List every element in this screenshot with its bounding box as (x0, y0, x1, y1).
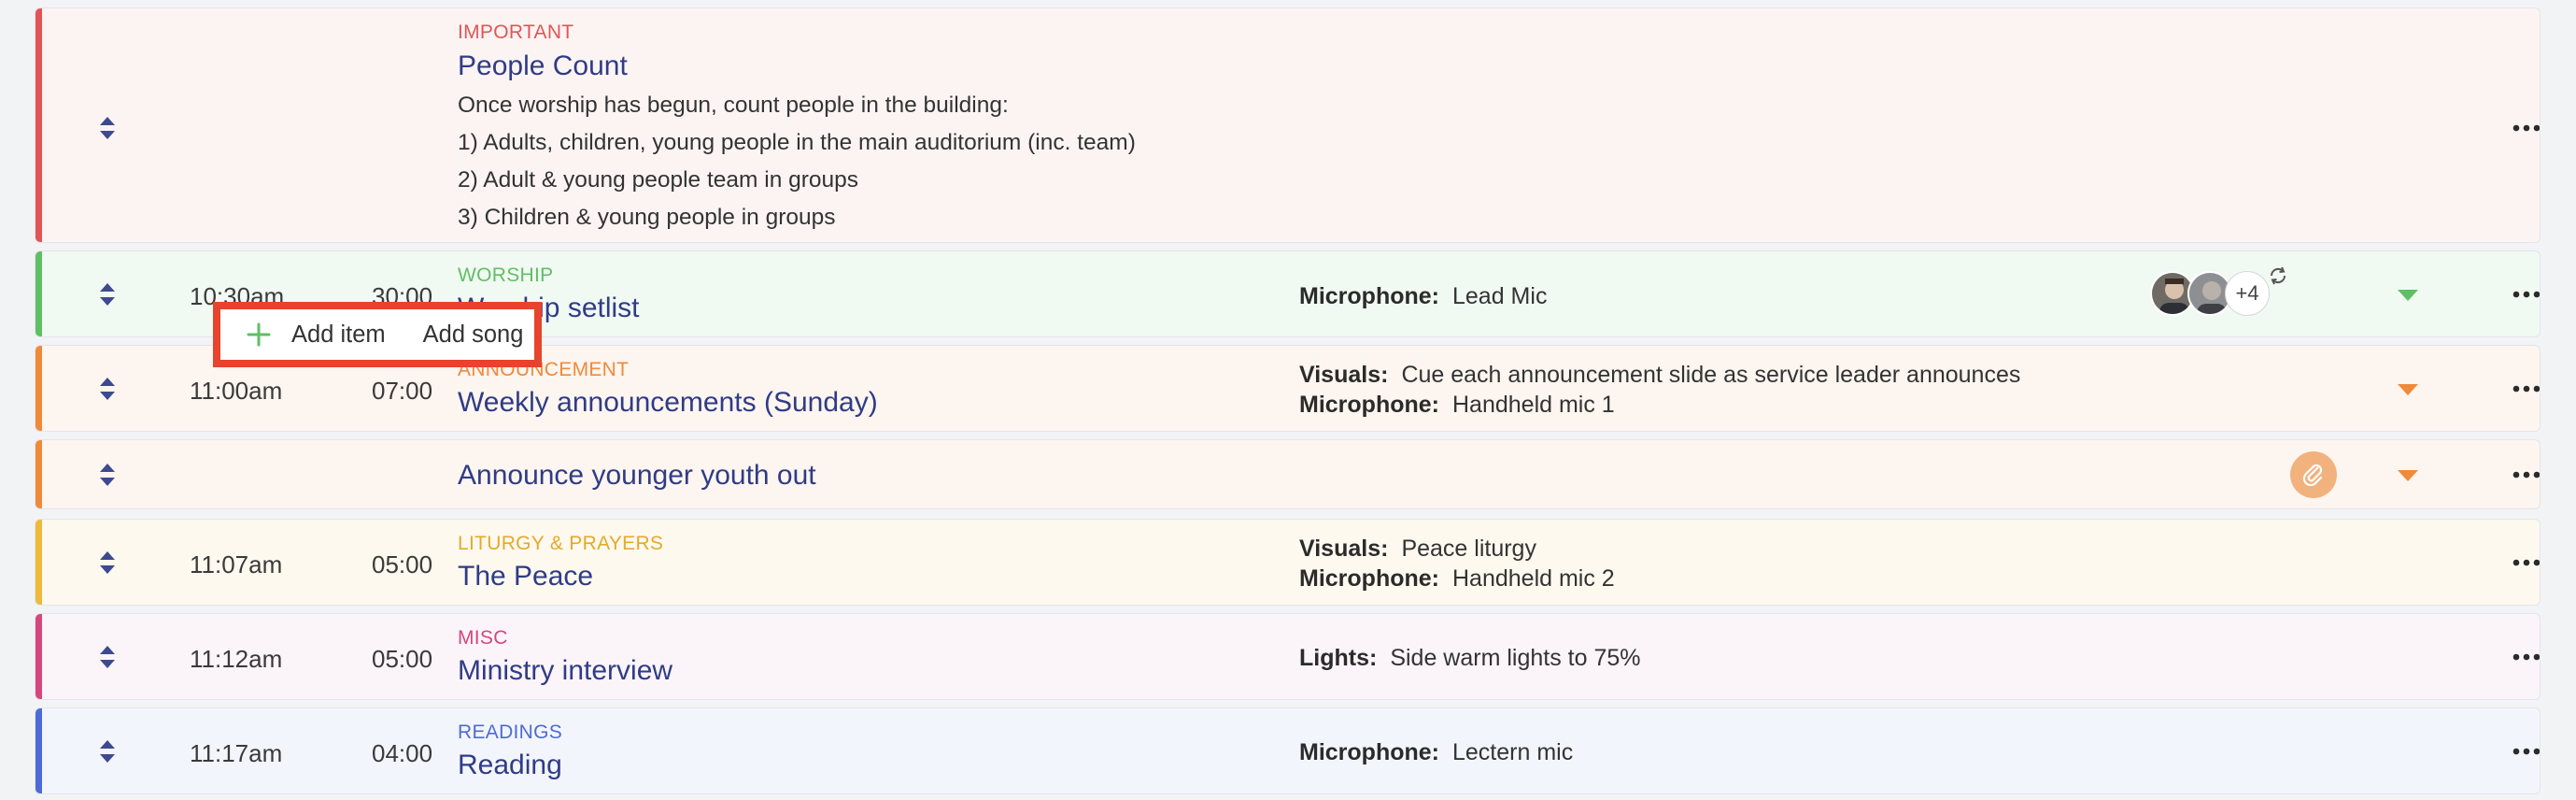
item-start-time: 11:00am (190, 377, 283, 405)
drag-handle-icon[interactable] (99, 377, 116, 401)
note-line: Visuals: Cue each announcement slide as s… (1299, 360, 2020, 390)
description-line: Once worship has begun, count people in … (458, 93, 1009, 118)
note-key: Microphone: (1299, 565, 1439, 592)
note-line: Lights: Side warm lights to 75% (1299, 643, 1641, 673)
more-people-count[interactable]: +4 (2225, 271, 2270, 316)
description-line: 1) Adults, children, young people in the… (458, 130, 1136, 155)
note-value: Lectern mic (1452, 739, 1574, 765)
item-category: IMPORTANT (458, 21, 574, 43)
chevron-down-icon[interactable] (2397, 469, 2419, 482)
item-title[interactable]: Weekly announcements (Sunday) (458, 387, 878, 419)
more-options-icon[interactable] (2512, 385, 2540, 393)
note-key: Visuals: (1299, 362, 1389, 388)
drag-handle-icon[interactable] (99, 116, 116, 140)
category-color-bar (35, 440, 42, 508)
note-value: Handheld mic 2 (1452, 565, 1615, 592)
note-key: Microphone: (1299, 283, 1439, 309)
service-plan-list: IMPORTANT People Count Once worship has … (0, 0, 2576, 800)
note-value: Side warm lights to 75% (1390, 645, 1641, 671)
note-value: Lead Mic (1452, 283, 1548, 309)
item-notes: Visuals: Peace liturgy Microphone: Handhel… (1299, 534, 1615, 593)
plan-item-row[interactable]: IMPORTANT People Count Once worship has … (35, 7, 2541, 243)
item-duration: 04:00 (372, 739, 433, 767)
add-item-button[interactable]: Add item (291, 321, 386, 349)
note-key: Microphone: (1299, 739, 1439, 765)
item-title[interactable]: Announce younger youth out (458, 460, 816, 492)
plan-item-row[interactable]: 11:07am 05:00 LITURGY & PRAYERS The Peac… (35, 519, 2541, 606)
item-title[interactable]: Ministry interview (458, 655, 672, 687)
item-category: LITURGY & PRAYERS (458, 533, 664, 554)
more-options-icon[interactable] (2512, 291, 2540, 298)
category-color-bar (35, 251, 42, 336)
more-options-icon[interactable] (2512, 124, 2540, 132)
drag-handle-icon[interactable] (99, 739, 116, 764)
item-notes: Visuals: Cue each announcement slide as s… (1299, 360, 2020, 420)
more-options-icon[interactable] (2512, 559, 2540, 566)
item-category: READINGS (458, 721, 563, 743)
item-description: Once worship has begun, count people in … (458, 87, 1136, 236)
item-title[interactable]: Reading (458, 750, 562, 781)
add-song-button[interactable]: Add song (423, 321, 524, 349)
item-duration: 05:00 (372, 550, 433, 579)
category-color-bar (35, 8, 42, 242)
item-notes: Microphone: Lectern mic (1299, 737, 1573, 767)
drag-handle-icon[interactable] (99, 282, 116, 307)
item-start-time: 11:07am (190, 550, 283, 579)
note-line: Visuals: Peace liturgy (1299, 534, 1615, 564)
add-item-popover: Add item Add song (213, 302, 542, 367)
plan-item-row[interactable]: 11:12am 05:00 MISC Ministry interview Li… (35, 613, 2541, 700)
item-notes: Lights: Side warm lights to 75% (1299, 643, 1641, 673)
item-title[interactable]: People Count (458, 50, 628, 82)
more-options-icon[interactable] (2512, 471, 2540, 479)
item-start-time: 11:17am (190, 739, 283, 767)
plan-item-row[interactable]: Announce younger youth out (35, 439, 2541, 509)
drag-handle-icon[interactable] (99, 550, 116, 575)
note-line: Microphone: Lectern mic (1299, 737, 1573, 767)
note-line: Microphone: Lead Mic (1299, 281, 1547, 311)
attachment-icon[interactable] (2290, 451, 2337, 498)
item-duration: 05:00 (372, 645, 433, 673)
plan-item-row[interactable]: 11:17am 04:00 READINGS Reading Microphon… (35, 707, 2541, 794)
note-key: Lights: (1299, 645, 1378, 671)
item-title[interactable]: The Peace (458, 561, 593, 593)
category-color-bar (35, 708, 42, 793)
item-duration: 07:00 (372, 377, 433, 405)
drag-handle-icon[interactable] (99, 645, 116, 669)
more-options-icon[interactable] (2512, 653, 2540, 661)
note-value: Handheld mic 1 (1452, 392, 1615, 418)
more-options-icon[interactable] (2512, 748, 2540, 755)
assigned-people[interactable]: +4 (2150, 266, 2286, 318)
category-color-bar (35, 346, 42, 431)
item-notes: Microphone: Lead Mic (1299, 281, 1547, 311)
note-line: Microphone: Handheld mic 2 (1299, 564, 1615, 593)
note-line: Microphone: Handheld mic 1 (1299, 390, 2020, 420)
item-start-time: 11:12am (190, 645, 283, 673)
chevron-down-icon[interactable] (2397, 383, 2419, 396)
description-line: 2) Adult & young people team in groups (458, 167, 859, 193)
description-line: 3) Children & young people in groups (458, 205, 836, 230)
drag-handle-icon[interactable] (99, 463, 116, 487)
category-color-bar (35, 520, 42, 605)
note-key: Visuals: (1299, 536, 1389, 562)
item-category: WORSHIP (458, 264, 554, 286)
plus-icon[interactable] (247, 322, 271, 347)
note-value: Peace liturgy (1401, 536, 1536, 562)
chevron-down-icon[interactable] (2397, 289, 2419, 302)
note-key: Microphone: (1299, 392, 1439, 418)
sync-icon (2268, 265, 2288, 286)
category-color-bar (35, 614, 42, 699)
item-category: MISC (458, 627, 508, 649)
note-value: Cue each announcement slide as service l… (1401, 362, 2021, 388)
